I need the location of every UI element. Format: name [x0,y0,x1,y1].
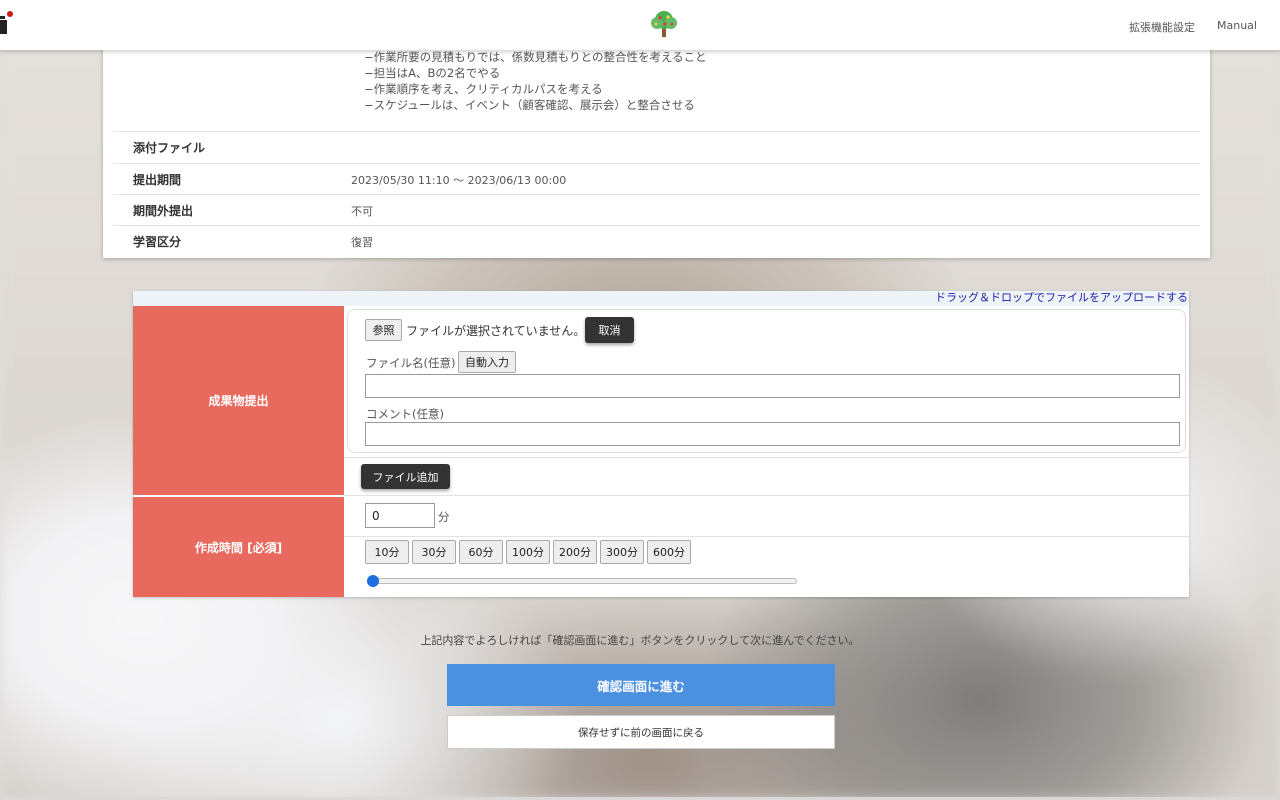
work-time-slider-thumb[interactable] [367,575,379,587]
info-row-study-type: 学習区分 復習 [113,225,1200,256]
work-time-input[interactable] [365,503,435,528]
assignment-description: −作業所要の見積もりでは、係数見積もりとの整合性を考えること −担当はA、Bの2… [364,49,707,113]
browse-button[interactable]: 参照 [365,319,402,341]
preset-200-button[interactable]: 200分 [553,540,597,564]
preset-30-button[interactable]: 30分 [412,540,456,564]
submission-label: 成果物提出 [133,306,344,495]
file-entry-box: 参照 ファイルが選択されていません。 取消 ファイル名(任意) 自動入力 コメン… [347,309,1186,453]
info-row-label: 提出期間 [133,173,182,187]
preset-60-button[interactable]: 60分 [459,540,503,564]
preset-100-button[interactable]: 100分 [506,540,550,564]
preset-10-button[interactable]: 10分 [365,540,409,564]
preset-600-button[interactable]: 600分 [647,540,691,564]
confirm-hint-text: 上記内容でよろしければ「確認画面に進む」ボタンをクリックして次に進んでください。 [420,634,860,647]
no-file-selected-text: ファイルが選択されていません。 [406,324,586,338]
info-row-attachment: 添付ファイル [113,131,1200,162]
description-line: −作業所要の見積もりでは、係数見積もりとの整合性を考えること [364,50,707,64]
autofill-button[interactable]: 自動入力 [458,351,516,373]
work-time-label: 作成時間 [必須] [133,496,344,597]
divider [344,536,1189,537]
comment-label: コメント(任意) [366,407,444,421]
submission-panel: ドラッグ＆ドロップでファイルをアップロードする 成果物提出 作成時間 [必須] … [133,291,1189,597]
info-row-label: 期間外提出 [133,204,194,218]
info-row-label: 添付ファイル [133,141,206,155]
info-row-late-submission: 期間外提出 不可 [113,194,1200,225]
cancel-file-button[interactable]: 取消 [585,317,634,343]
manual-link[interactable]: Manual [1217,19,1257,32]
comment-input[interactable] [365,422,1180,446]
divider [344,495,1189,496]
preset-300-button[interactable]: 300分 [600,540,644,564]
description-line: −スケジュールは、イベント（顧客確認、展示会）と整合させる [364,98,695,112]
description-line: −作業順序を考え、クリティカルパスを考える [364,82,603,96]
drag-drop-bar: ドラッグ＆ドロップでファイルをアップロードする [133,291,1189,306]
drag-drop-upload-link[interactable]: ドラッグ＆ドロップでファイルをアップロードする [935,291,1188,305]
info-row-value: 復習 [351,236,373,249]
divider [344,457,1189,458]
filename-label: ファイル名(任意) [366,356,456,370]
work-time-unit: 分 [438,510,450,524]
extension-settings-link[interactable]: 拡張機能設定 [1129,19,1195,35]
tree-logo-icon [651,11,677,37]
confirm-button[interactable]: 確認画面に進む [447,664,835,706]
site-logo-icon[interactable] [0,10,14,36]
info-row-period: 提出期間 2023/05/30 11:10 〜 2023/06/13 00:00 [113,163,1200,194]
add-file-button[interactable]: ファイル追加 [361,464,450,489]
info-row-value: 不可 [351,205,373,218]
top-header: 拡張機能設定 Manual [0,0,1280,50]
info-row-value: 2023/05/30 11:10 〜 2023/06/13 00:00 [351,174,567,187]
work-time-slider-track[interactable] [369,578,797,584]
filename-input[interactable] [365,374,1180,398]
back-without-saving-button[interactable]: 保存せずに前の画面に戻る [447,715,835,749]
description-line: −担当はA、Bの2名でやる [364,66,501,80]
info-row-label: 学習区分 [133,235,182,249]
